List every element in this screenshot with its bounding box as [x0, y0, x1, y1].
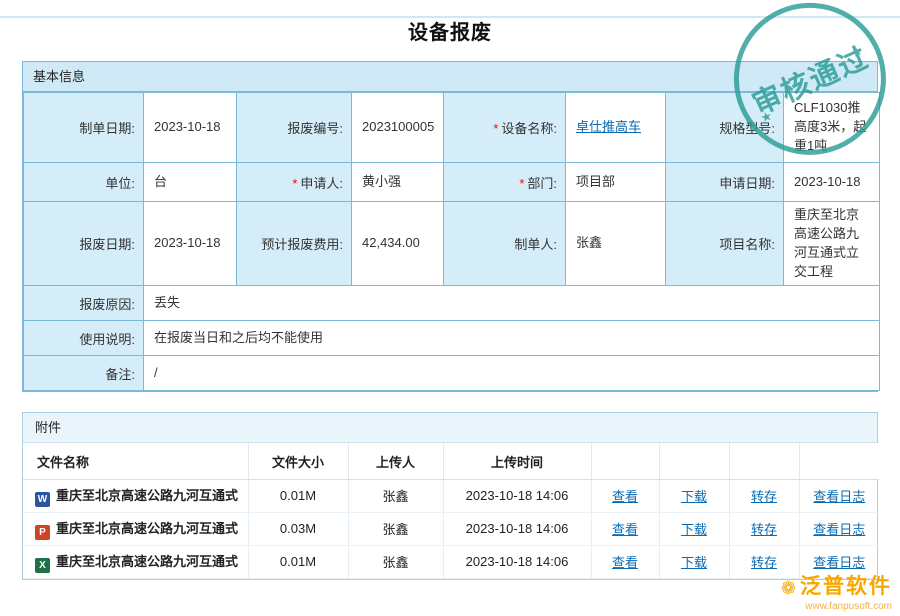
attachments-header-row: 文件名称 文件大小 上传人 上传时间 — [23, 443, 879, 479]
file-size: 0.01M — [248, 545, 348, 578]
excel-file-icon: X — [35, 558, 50, 573]
spec-model-label: 规格型号: — [666, 93, 784, 163]
required-marker: * — [292, 176, 297, 191]
table-row: 制单日期: 2023-10-18 报废编号: 2023100005 *设备名称:… — [24, 93, 880, 163]
actions-header-spacer — [799, 443, 879, 479]
actions-header-spacer — [659, 443, 729, 479]
basic-info-table: 制单日期: 2023-10-18 报废编号: 2023100005 *设备名称:… — [23, 92, 880, 391]
download-link[interactable]: 下载 — [681, 489, 707, 504]
view-log-link[interactable]: 查看日志 — [813, 489, 865, 504]
table-row: 使用说明: 在报废当日和之后均不能使用 — [24, 321, 880, 356]
powerpoint-file-icon: P — [35, 525, 50, 540]
attachment-row: X 重庆至北京高速公路九河互通式 0.01M 张鑫 2023-10-18 14:0… — [23, 545, 879, 578]
project-name-label: 项目名称: — [666, 202, 784, 286]
uploader-header: 上传人 — [348, 443, 443, 479]
apply-date-label: 申请日期: — [666, 163, 784, 202]
download-link[interactable]: 下载 — [681, 555, 707, 570]
file-size: 0.01M — [248, 479, 348, 512]
creator-label: 制单人: — [444, 202, 566, 286]
project-name-value: 重庆至北京高速公路九河互通式立交工程 — [784, 202, 880, 286]
file-name-cell: X 重庆至北京高速公路九河互通式 — [23, 545, 248, 578]
basic-info-section-title: 基本信息 — [23, 62, 877, 92]
device-name-value: 卓仕推高车 — [566, 93, 666, 163]
upload-time: 2023-10-18 14:06 — [443, 545, 591, 578]
usage-note-label: 使用说明: — [24, 321, 144, 356]
word-file-icon: W — [35, 492, 50, 507]
label-text: 设备名称: — [501, 121, 557, 136]
make-date-label: 制单日期: — [24, 93, 144, 163]
file-size-header: 文件大小 — [248, 443, 348, 479]
page-title: 设备报废 — [0, 16, 900, 45]
estimated-cost-label: 预计报废费用: — [237, 202, 352, 286]
file-size: 0.03M — [248, 512, 348, 545]
creator-value: 张鑫 — [566, 202, 666, 286]
file-name: 重庆至北京高速公路九河互通式 — [56, 554, 238, 569]
top-divider — [0, 16, 900, 18]
uploader: 张鑫 — [348, 512, 443, 545]
remark-value: / — [144, 356, 880, 391]
file-name: 重庆至北京高速公路九河互通式 — [56, 521, 238, 536]
upload-time: 2023-10-18 14:06 — [443, 512, 591, 545]
actions-header-spacer — [591, 443, 659, 479]
view-link[interactable]: 查看 — [612, 489, 638, 504]
upload-time: 2023-10-18 14:06 — [443, 479, 591, 512]
department-value: 项目部 — [566, 163, 666, 202]
basic-info-section: 基本信息 制单日期: 2023-10-18 报废编号: 2023100005 *… — [22, 61, 878, 392]
required-marker: * — [519, 176, 524, 191]
remark-label: 备注: — [24, 356, 144, 391]
download-link[interactable]: 下载 — [681, 522, 707, 537]
scrap-no-value: 2023100005 — [352, 93, 444, 163]
table-row: 报废日期: 2023-10-18 预计报废费用: 42,434.00 制单人: … — [24, 202, 880, 286]
attachments-section-title: 附件 — [23, 413, 877, 443]
attachments-table: 文件名称 文件大小 上传人 上传时间 W 重庆至北京高速公路九河互通式 0.01M… — [23, 443, 879, 579]
scrap-reason-value: 丢失 — [144, 286, 880, 321]
scrap-no-label: 报废编号: — [237, 93, 352, 163]
brand-url: www.fanpusoft.com — [781, 601, 892, 612]
scrap-date-label: 报废日期: — [24, 202, 144, 286]
scrap-reason-label: 报废原因: — [24, 286, 144, 321]
device-name-link[interactable]: 卓仕推高车 — [576, 119, 641, 134]
save-as-link[interactable]: 转存 — [751, 522, 777, 537]
applicant-value: 黄小强 — [352, 163, 444, 202]
attachments-section: 附件 文件名称 文件大小 上传人 上传时间 W 重庆至北京高速公路九河互通式 0.… — [22, 412, 878, 580]
file-name-cell: P 重庆至北京高速公路九河互通式 — [23, 512, 248, 545]
attachment-row: W 重庆至北京高速公路九河互通式 0.01M 张鑫 2023-10-18 14:0… — [23, 479, 879, 512]
uploader: 张鑫 — [348, 479, 443, 512]
table-row: 报废原因: 丢失 — [24, 286, 880, 321]
table-row: 单位: 台 *申请人: 黄小强 *部门: 项目部 申请日期: 2023-10-1… — [24, 163, 880, 202]
file-name-header: 文件名称 — [23, 443, 248, 479]
make-date-value: 2023-10-18 — [144, 93, 237, 163]
brand-logo-icon: ❁ — [781, 578, 796, 598]
apply-date-value: 2023-10-18 — [784, 163, 880, 202]
brand-watermark: ❁泛普软件 www.fanpusoft.com — [781, 570, 892, 612]
department-label: *部门: — [444, 163, 566, 202]
file-name-cell: W 重庆至北京高速公路九河互通式 — [23, 479, 248, 512]
table-row: 备注: / — [24, 356, 880, 391]
device-name-label: *设备名称: — [444, 93, 566, 163]
usage-note-value: 在报废当日和之后均不能使用 — [144, 321, 880, 356]
unit-value: 台 — [144, 163, 237, 202]
view-link[interactable]: 查看 — [612, 522, 638, 537]
file-name: 重庆至北京高速公路九河互通式 — [56, 488, 238, 503]
applicant-label: *申请人: — [237, 163, 352, 202]
view-log-link[interactable]: 查看日志 — [813, 555, 865, 570]
label-text: 部门: — [527, 176, 557, 191]
uploader: 张鑫 — [348, 545, 443, 578]
save-as-link[interactable]: 转存 — [751, 489, 777, 504]
brand-name: 泛普软件 — [800, 575, 892, 598]
view-log-link[interactable]: 查看日志 — [813, 522, 865, 537]
view-link[interactable]: 查看 — [612, 555, 638, 570]
save-as-link[interactable]: 转存 — [751, 555, 777, 570]
stamp-star-icon: ★ — [849, 43, 865, 62]
unit-label: 单位: — [24, 163, 144, 202]
estimated-cost-value: 42,434.00 — [352, 202, 444, 286]
label-text: 申请人: — [300, 176, 343, 191]
required-marker: * — [493, 121, 498, 136]
upload-time-header: 上传时间 — [443, 443, 591, 479]
scrap-date-value: 2023-10-18 — [144, 202, 237, 286]
attachment-row: P 重庆至北京高速公路九河互通式 0.03M 张鑫 2023-10-18 14:0… — [23, 512, 879, 545]
actions-header-spacer — [729, 443, 799, 479]
spec-model-value: CLF1030推高度3米，起重1吨 — [784, 93, 880, 163]
